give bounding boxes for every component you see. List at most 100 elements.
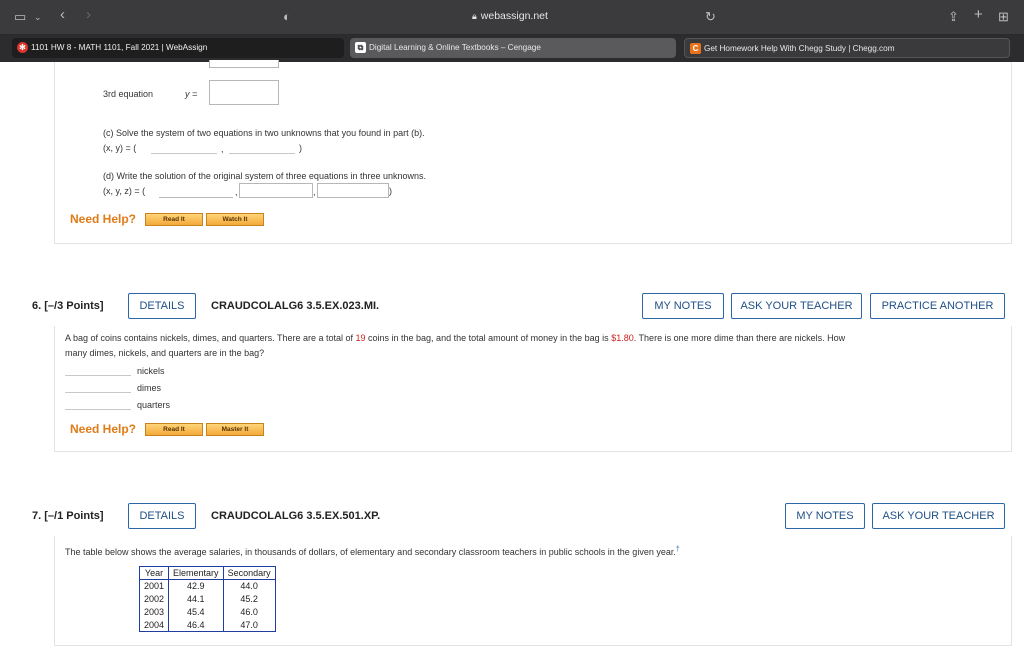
column-header: Elementary — [168, 566, 224, 580]
third-eq-label: 3rd equation — [103, 89, 154, 99]
cell: 46.4 — [168, 618, 224, 632]
question-id: CRAUDCOLALG6 3.5.EX.023.MI. — [211, 300, 380, 312]
text-part: many dimes, nickels, and quarters are in… — [65, 348, 265, 358]
chegg-icon: C — [690, 43, 701, 54]
read-it-button[interactable]: Read It — [145, 213, 203, 226]
details-button[interactable]: DETAILS — [128, 503, 196, 529]
part-c-y-input[interactable] — [229, 142, 295, 154]
need-help-label: Need Help? — [70, 422, 137, 436]
shield-icon[interactable]: ◐ — [283, 9, 291, 25]
tab-bar: ✻ 1101 HW 8 - MATH 1101, Fall 2021 | Web… — [0, 35, 1024, 62]
cell: 42.9 — [168, 579, 224, 593]
details-button[interactable]: DETAILS — [128, 293, 196, 319]
tab-overview-icon[interactable]: ⊞ — [998, 9, 1009, 25]
lock-icon: 🔒︎ — [472, 11, 477, 21]
close-paren: ) — [299, 143, 302, 153]
tab-webassign[interactable]: ✻ 1101 HW 8 - MATH 1101, Fall 2021 | Web… — [12, 38, 344, 58]
third-eq-var: y = — [185, 89, 198, 99]
question-5-panel: 3rd equation y = (c) Solve the system of… — [54, 60, 1012, 244]
cell: 2003 — [138, 605, 170, 619]
problem-text: A bag of coins contains nickels, dimes, … — [65, 331, 1005, 361]
forward-icon[interactable]: › — [86, 7, 91, 23]
dimes-input[interactable] — [65, 381, 131, 393]
reload-icon[interactable]: ↻ — [705, 9, 716, 25]
question-7-panel: The table below shows the average salari… — [54, 536, 1012, 646]
cengage-icon: ⧉ — [355, 42, 366, 53]
cell: 2002 — [138, 592, 170, 606]
webassign-icon: ✻ — [17, 42, 28, 53]
cell: 2001 — [138, 579, 170, 593]
new-tab-icon[interactable]: + — [974, 7, 983, 23]
close-paren: ) — [389, 186, 392, 196]
page-content: 3rd equation y = (c) Solve the system of… — [0, 60, 1024, 646]
ask-teacher-button[interactable]: ASK YOUR TEACHER — [731, 293, 862, 319]
need-help-label: Need Help? — [70, 212, 137, 226]
money-value: $1.80 — [611, 333, 634, 343]
quarters-label: quarters — [137, 400, 171, 410]
cell: 45.2 — [222, 592, 276, 606]
column-header: Secondary — [222, 566, 276, 580]
table-row: 2001 42.9 44.0 — [138, 579, 276, 593]
footnote-link[interactable]: † — [676, 546, 680, 553]
question-6-header: 6. [–/3 Points] DETAILS CRAUDCOLALG6 3.5… — [20, 288, 1010, 326]
cell: 44.0 — [222, 579, 276, 593]
comma: , — [221, 144, 224, 154]
dimes-label: dimes — [137, 383, 162, 393]
text-part: . There is one more dime than there are … — [633, 333, 846, 343]
part-c-text: (c) Solve the system of two equations in… — [103, 128, 425, 138]
table-header-row: Year Elementary Secondary — [138, 566, 276, 580]
table-row: 2003 45.4 46.0 — [138, 605, 276, 619]
question-6-panel: A bag of coins contains nickels, dimes, … — [54, 326, 1012, 452]
master-it-button[interactable]: Master It — [206, 423, 264, 436]
text-part: The table below shows the average salari… — [65, 547, 676, 557]
part-d-text: (d) Write the solution of the original s… — [103, 171, 427, 181]
question-id: CRAUDCOLALG6 3.5.EX.501.XP. — [211, 510, 381, 522]
practice-another-button[interactable]: PRACTICE ANOTHER — [870, 293, 1005, 319]
cell: 47.0 — [222, 618, 276, 632]
my-notes-button[interactable]: MY NOTES — [642, 293, 724, 319]
third-eq-input[interactable] — [209, 80, 279, 105]
my-notes-button[interactable]: MY NOTES — [785, 503, 865, 529]
question-number: 6. [–/3 Points] — [32, 300, 104, 312]
part-d-z-input[interactable] — [317, 183, 389, 198]
tab-title: 1101 HW 8 - MATH 1101, Fall 2021 | WebAs… — [31, 43, 208, 52]
quarters-input[interactable] — [65, 398, 131, 410]
cell: 46.0 — [222, 605, 276, 619]
cell: 2004 — [138, 618, 170, 632]
sidebar-icon[interactable]: ▭ — [14, 9, 26, 25]
nickels-input[interactable] — [65, 364, 131, 376]
share-icon[interactable]: ⇪ — [948, 9, 959, 25]
tab-chegg[interactable]: C Get Homework Help With Chegg Study | C… — [684, 38, 1010, 58]
text-part: coins in the bag, and the total amount o… — [365, 333, 612, 343]
cell: 45.4 — [168, 605, 224, 619]
url-text: webassign.net — [480, 10, 548, 22]
table-row: 2002 44.1 45.2 — [138, 592, 276, 606]
table-row: 2004 46.4 47.0 — [138, 618, 276, 632]
part-d-y-input[interactable] — [239, 183, 313, 198]
chevron-down-icon[interactable]: ⌄ — [34, 9, 42, 25]
tab-title: Digital Learning & Online Textbooks – Ce… — [369, 43, 541, 52]
tab-cengage[interactable]: ⧉ Digital Learning & Online Textbooks – … — [350, 38, 676, 58]
part-d-lhs: (x, y, z) = ( — [103, 186, 146, 196]
comma: , — [313, 187, 316, 197]
question-number: 7. [–/1 Points] — [32, 510, 104, 522]
coins-value: 19 — [355, 333, 366, 343]
part-c-x-input[interactable] — [151, 142, 217, 154]
back-icon[interactable]: ‹ — [60, 7, 65, 23]
question-7-header: 7. [–/1 Points] DETAILS CRAUDCOLALG6 3.5… — [20, 498, 1010, 536]
browser-toolbar: ▭ ⌄ ‹ › ◐ 🔒︎ webassign.net ↻ ⇪ + ⊞ — [0, 0, 1024, 35]
nickels-label: nickels — [137, 366, 165, 376]
tab-title: Get Homework Help With Chegg Study | Che… — [704, 44, 895, 53]
column-header: Year — [138, 566, 170, 580]
watch-it-button[interactable]: Watch It — [206, 213, 264, 226]
address-bar[interactable]: 🔒︎ webassign.net — [472, 10, 548, 22]
part-c-lhs: (x, y) = ( — [103, 143, 137, 153]
text-part: A bag of coins contains nickels, dimes, … — [65, 333, 356, 343]
read-it-button[interactable]: Read It — [145, 423, 203, 436]
answer-input-2nd-eq[interactable] — [209, 60, 279, 68]
ask-teacher-button[interactable]: ASK YOUR TEACHER — [872, 503, 1005, 529]
comma: , — [235, 187, 238, 197]
salary-table: Year Elementary Secondary 2001 42.9 44.0… — [138, 566, 276, 632]
part-d-x-input[interactable] — [159, 183, 233, 198]
problem-text: The table below shows the average salari… — [65, 542, 1005, 560]
